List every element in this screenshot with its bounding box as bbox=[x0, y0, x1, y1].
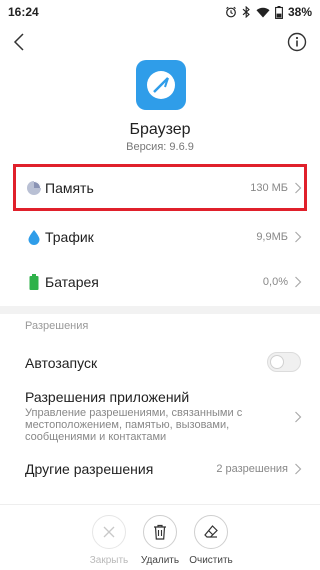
row-traffic[interactable]: Трафик 9,9МБ bbox=[0, 214, 320, 260]
status-time: 16:24 bbox=[8, 5, 39, 19]
section-label-permissions: Разрешения bbox=[25, 320, 89, 332]
chevron-left-icon[interactable] bbox=[8, 30, 32, 54]
close-icon bbox=[103, 526, 115, 538]
row-value: 0,0% bbox=[262, 276, 288, 288]
chevron-right-icon bbox=[295, 231, 302, 243]
status-bar: 16:24 38% bbox=[0, 0, 320, 24]
wifi-icon bbox=[256, 7, 270, 17]
row-label: Батарея bbox=[45, 274, 99, 290]
drop-icon bbox=[28, 230, 40, 245]
browser-app-icon bbox=[136, 60, 186, 110]
app-name: Браузер bbox=[129, 121, 191, 138]
highlight-frame bbox=[13, 164, 307, 211]
browser-logo-icon bbox=[147, 71, 175, 99]
row-value: 9,9МБ bbox=[256, 231, 288, 243]
chevron-right-icon bbox=[295, 463, 302, 475]
clear-button-circle bbox=[194, 515, 228, 549]
other-permissions-value: 2 разрешения bbox=[216, 463, 288, 475]
chevron-right-icon bbox=[295, 411, 302, 423]
row-other-permissions[interactable]: Другие разрешения 2 разрешения bbox=[0, 446, 320, 492]
info-icon[interactable] bbox=[286, 31, 308, 53]
close-button-circle bbox=[92, 515, 126, 549]
clear-button[interactable]: Очистить bbox=[181, 515, 241, 566]
alarm-icon bbox=[226, 6, 236, 18]
app-version: Версия: 9.6.9 bbox=[126, 141, 194, 153]
row-label: Трафик bbox=[45, 229, 94, 245]
top-bar bbox=[0, 28, 320, 56]
battery-icon bbox=[275, 5, 283, 19]
battery-percent: 38% bbox=[287, 5, 312, 19]
chevron-right-icon bbox=[295, 276, 302, 288]
toggle-knob bbox=[270, 355, 284, 369]
other-permissions-label: Другие разрешения bbox=[25, 461, 154, 477]
trash-icon bbox=[154, 524, 166, 540]
app-permissions-description: Управление разрешениями, связанными с ме… bbox=[25, 407, 243, 443]
autostart-label: Автозапуск bbox=[25, 355, 98, 371]
bluetooth-icon bbox=[242, 6, 250, 18]
section-divider bbox=[0, 306, 320, 314]
clear-label: Очистить bbox=[189, 555, 233, 566]
row-battery[interactable]: Батарея 0,0% bbox=[0, 259, 320, 305]
status-icons: 38% bbox=[225, 5, 312, 19]
battery-icon bbox=[29, 274, 39, 290]
delete-button-circle bbox=[143, 515, 177, 549]
app-permissions-title: Разрешения приложений bbox=[25, 389, 190, 405]
autostart-toggle[interactable] bbox=[267, 352, 301, 372]
eraser-icon bbox=[204, 525, 218, 538]
bottom-action-bar: Закрыть Удалить Очистить bbox=[0, 504, 320, 570]
